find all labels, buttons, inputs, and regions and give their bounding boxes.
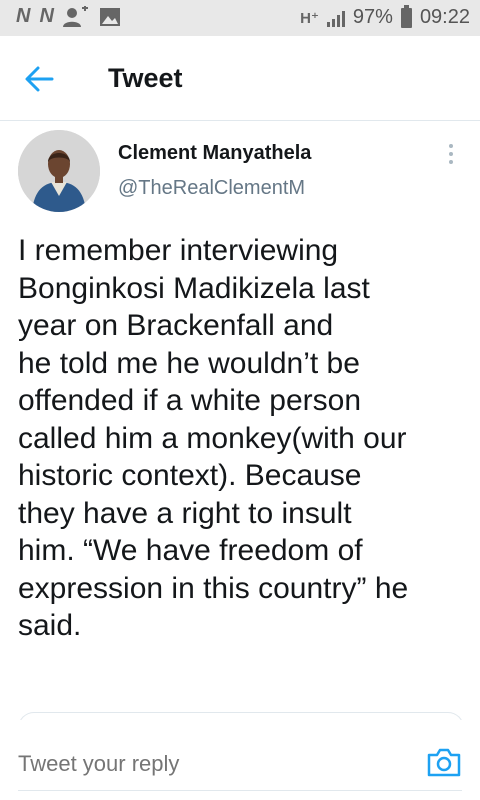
tweet-text-line: offended if a white person <box>18 384 362 417</box>
tweet-text: I remember interviewing Bonginkosi Madik… <box>18 232 466 645</box>
tweet-text-line: him. “We have freedom of <box>18 534 363 567</box>
battery-icon <box>400 4 412 28</box>
author-name[interactable]: Clement Manyathela <box>118 142 311 165</box>
reply-divider <box>18 790 462 791</box>
tweet-text-line: he told me he wouldn’t be <box>18 346 360 380</box>
status-bar-notifications: N N <box>16 5 121 28</box>
status-bar-system: H⁺ 97% 09:22 <box>300 4 470 29</box>
reply-input[interactable] <box>18 750 398 778</box>
tweet-text-line: called him a monkey(with our <box>18 421 407 455</box>
tweet-text-line: expression in this country” he <box>18 571 409 605</box>
tweet-text-line: year on Brackenfall and <box>18 309 334 342</box>
avatar[interactable] <box>18 130 100 212</box>
battery-percent: 97% <box>352 6 393 28</box>
signal-icon <box>326 9 345 27</box>
camera-icon[interactable] <box>426 746 462 778</box>
tweet-text-line: I remember interviewing <box>18 234 339 267</box>
notification-n-icon: N <box>39 5 53 27</box>
tweet-text-line: historic context). Because <box>18 459 362 492</box>
top-app-bar: Tweet <box>0 36 480 121</box>
more-vertical-icon[interactable] <box>446 142 456 166</box>
author-handle[interactable]: @TheRealClementM <box>118 177 305 200</box>
notification-n-icon: N <box>16 5 30 27</box>
page-title: Tweet <box>108 63 183 93</box>
gallery-icon <box>99 7 120 26</box>
status-bar: N N H⁺ 97% 09:22 <box>0 0 480 36</box>
reply-bar <box>0 720 480 800</box>
tweet-text-line: they have a right to insult <box>18 496 352 530</box>
clock: 09:22 <box>419 6 470 28</box>
tweet-text-line: Bonginkosi Madikizela last <box>18 271 370 305</box>
avatar-image <box>18 130 100 212</box>
back-arrow-icon[interactable] <box>22 62 62 96</box>
network-type: H⁺ <box>300 9 319 27</box>
tweet-text-line: said. <box>18 609 82 642</box>
add-contact-icon <box>62 5 88 27</box>
